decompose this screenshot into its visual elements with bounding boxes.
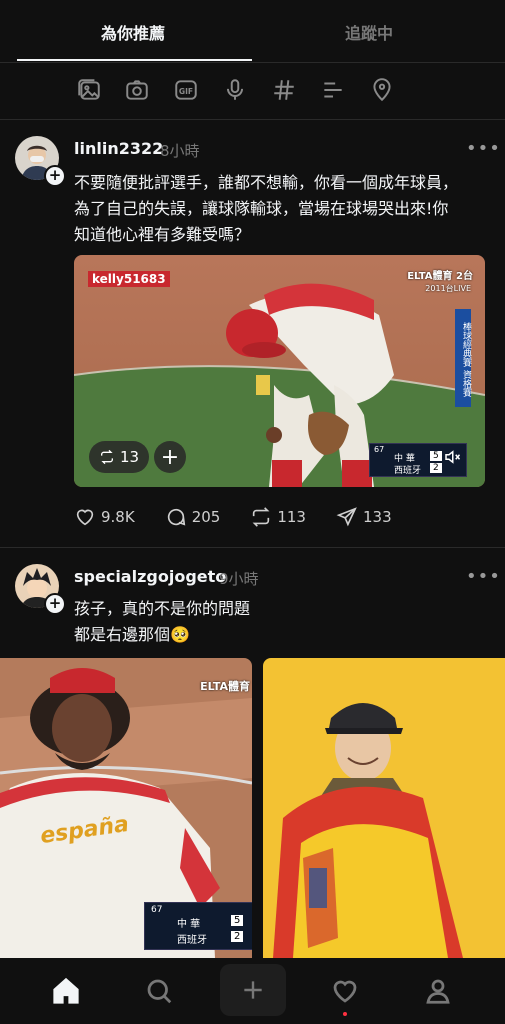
post-actions: 9.8K 205 113 133 [74, 506, 422, 528]
repost-count: 13 [119, 448, 140, 466]
like-button[interactable]: 9.8K [74, 506, 135, 528]
post-username[interactable]: linlin2322 [74, 139, 163, 158]
profile-icon[interactable] [415, 968, 461, 1014]
comment-icon [167, 508, 185, 526]
post-card: + specialzgojogeto 9小時 ••• 孩子，真的不是你的問題 都… [0, 548, 505, 958]
hashtag-icon[interactable] [270, 76, 298, 104]
post-card: + linlin2322 8小時 ••• 不要隨便批評選手，誰都不想輸，你看一個… [0, 120, 505, 546]
heart-icon[interactable] [322, 968, 368, 1014]
svg-text:GIF: GIF [179, 87, 193, 96]
comment-count: 205 [191, 508, 221, 526]
post-username[interactable]: specialzgojogeto [74, 567, 226, 586]
post-time: 9小時 [219, 570, 259, 588]
channel-logo: ELTA體育 [200, 680, 250, 693]
share-count: 133 [362, 508, 392, 526]
gallery-icon[interactable] [75, 76, 103, 104]
send-icon [336, 507, 357, 527]
tab-following[interactable]: 追蹤中 [345, 20, 393, 44]
channel-logo: ELTA體育 2台 [407, 271, 473, 282]
share-button[interactable]: 133 [336, 506, 392, 528]
repost-count-pill[interactable]: 13 [89, 441, 149, 473]
compose-toolbar: GIF [0, 62, 505, 120]
follow-plus-icon[interactable]: + [44, 165, 66, 187]
repost-button[interactable]: 113 [250, 506, 306, 528]
post-text: 孩子，真的不是你的問題 都是右邊那個🥺 [74, 599, 251, 644]
follow-plus-icon[interactable]: + [44, 593, 66, 615]
tab-for-you[interactable]: 為你推薦 [101, 20, 165, 44]
video-watermark: kelly51683 [88, 271, 170, 287]
location-icon[interactable] [368, 76, 396, 104]
more-options-icon[interactable]: ••• [466, 566, 501, 587]
post-time: 8小時 [160, 142, 200, 160]
heart-icon [76, 509, 94, 526]
like-count: 9.8K [101, 508, 135, 526]
poll-icon[interactable] [319, 76, 347, 104]
search-icon[interactable] [136, 968, 182, 1014]
scoreboard: 67 中 華 5 西班牙 2 [144, 902, 252, 950]
mic-icon[interactable] [221, 76, 249, 104]
add-to-video-button[interactable]: + [154, 441, 186, 473]
mute-icon[interactable] [443, 448, 461, 466]
repost-icon [100, 449, 113, 465]
repost-count: 113 [277, 508, 306, 526]
gif-icon[interactable]: GIF [172, 76, 200, 104]
camera-icon[interactable] [123, 76, 151, 104]
comment-button[interactable]: 205 [165, 506, 221, 528]
active-tab-indicator [17, 59, 252, 61]
more-options-icon[interactable]: ••• [466, 138, 501, 159]
side-caption: 棒球經典賽 資格賽 [455, 309, 471, 407]
bottom-nav [0, 958, 505, 1024]
home-icon[interactable] [43, 968, 89, 1014]
post-image[interactable]: españa ELTA體育 67 中 華 5 西班牙 2 [0, 658, 252, 958]
compose-icon[interactable] [220, 964, 286, 1016]
post-text: 不要隨便批評選手，誰都不想輸，你看一個成年球員， 為了自己的失誤，讓球隊輸球，當… [74, 173, 459, 244]
repost-icon [252, 507, 270, 527]
post-image[interactable] [263, 658, 505, 958]
notification-dot [343, 1012, 347, 1016]
live-label: 2011台LIVE [425, 284, 471, 293]
feed-tabs: 為你推薦 追蹤中 [0, 0, 505, 63]
post-video[interactable]: kelly51683 ELTA體育 2台 2011台LIVE 棒球經典賽 資格賽… [74, 255, 485, 487]
